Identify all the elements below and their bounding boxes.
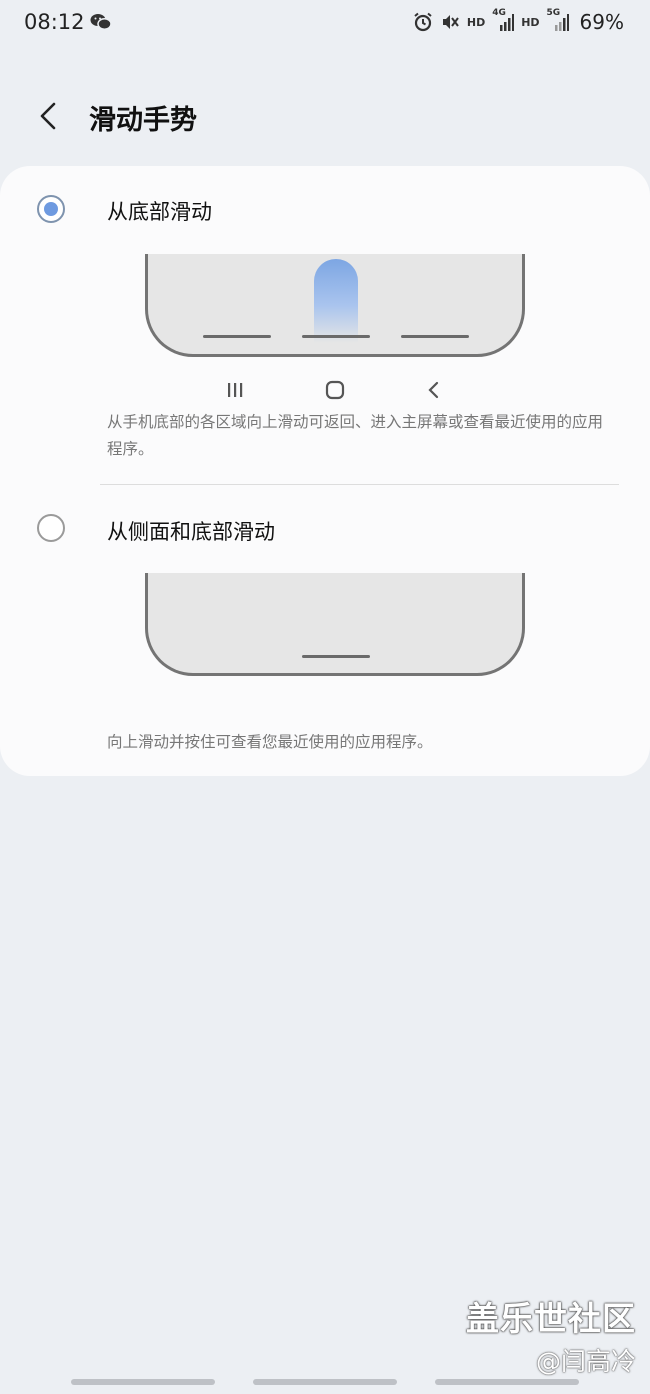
watermark-author: @闫高冷 xyxy=(535,1347,636,1376)
gesture-line-center xyxy=(302,335,370,338)
option-swipe-from-bottom[interactable]: 从底部滑动 从手机底部的各区域向上滑动可返回、进入主屏幕或查看最近使用的应用程序… xyxy=(0,166,650,484)
signal-5g: 5G xyxy=(547,8,569,32)
page-title: 滑动手势 xyxy=(89,105,197,136)
gesture-line-right xyxy=(401,335,469,338)
gesture-line-left xyxy=(203,335,271,338)
nav-keys-preview xyxy=(0,377,650,403)
radio-selected-dot xyxy=(44,202,58,216)
options-card: 从底部滑动 从手机底部的各区域向上滑动可返回、进入主屏幕或查看最近使用的应用程序… xyxy=(0,166,650,776)
hd-label-2: HD xyxy=(521,15,540,29)
watermark-community: 盖乐世社区 xyxy=(466,1299,636,1338)
back-nav-icon xyxy=(428,381,439,399)
phone-illustration xyxy=(145,573,525,676)
wechat-icon xyxy=(90,14,112,30)
signal-bars-icon xyxy=(554,14,569,31)
radio-swipe-from-bottom[interactable] xyxy=(37,195,65,223)
option-label: 从侧面和底部滑动 xyxy=(107,520,275,544)
gesture-bar-left xyxy=(71,1379,215,1385)
status-icons: HD 4G HD 5G 69% xyxy=(413,8,624,34)
battery-percent: 69% xyxy=(579,10,624,34)
recents-icon xyxy=(228,383,243,397)
swipe-up-indicator xyxy=(314,259,358,343)
radio-swipe-from-sides-and-bottom[interactable] xyxy=(37,514,65,542)
option-description: 向上滑动并按住可查看您最近使用的应用程序。 xyxy=(107,733,433,751)
mute-icon xyxy=(442,15,459,29)
gesture-bar-right xyxy=(435,1379,579,1385)
option-swipe-from-sides-and-bottom[interactable]: 从侧面和底部滑动 向上滑动并按住可查看您最近使用的应用程序。 xyxy=(0,485,650,776)
option-description: 从手机底部的各区域向上滑动可返回、进入主屏幕或查看最近使用的应用程序。 xyxy=(107,413,604,458)
gesture-line-center xyxy=(302,655,370,658)
back-button[interactable] xyxy=(30,98,66,134)
gesture-bar-center xyxy=(253,1379,397,1385)
hd-label-1: HD xyxy=(466,15,486,29)
signal-bars-icon xyxy=(500,14,515,31)
phone-illustration xyxy=(145,254,525,357)
status-bar: 08:12 HD 4G HD 5G 69% xyxy=(0,0,650,48)
status-time: 08:12 xyxy=(24,10,85,34)
alarm-icon xyxy=(414,12,432,32)
signal-4g: 4G xyxy=(492,8,515,32)
home-icon xyxy=(325,380,345,400)
chevron-left-icon xyxy=(40,102,56,130)
header: 滑动手势 xyxy=(0,84,650,148)
option-label: 从底部滑动 xyxy=(107,200,212,224)
